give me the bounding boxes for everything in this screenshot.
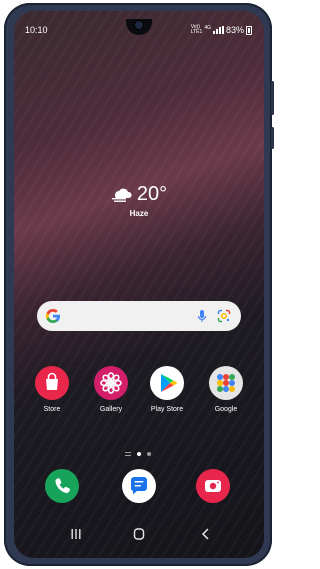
app-row: Store Gallery Play Store Google (14, 366, 264, 426)
google-folder-icon[interactable] (209, 366, 243, 400)
home-screen: 10:10 Vo)) LTE1 4G 83% 20° Haze Store Ga… (14, 11, 264, 558)
back-icon[interactable] (198, 527, 214, 541)
battery-percent: 83% (225, 25, 244, 35)
app-play-store[interactable]: Play Store (142, 366, 192, 413)
app-label: Google (214, 406, 238, 413)
weather-widget[interactable]: 20° Haze (14, 183, 264, 218)
google-search-bar[interactable] (37, 301, 241, 331)
app-google-folder[interactable]: Google (201, 366, 251, 413)
google-lens-icon[interactable] (217, 309, 231, 323)
app-label: Play Store (150, 406, 184, 413)
volume-button (271, 81, 274, 115)
app-label: Store (43, 406, 61, 413)
power-button (271, 127, 274, 149)
dock (14, 469, 264, 505)
navigation-bar (14, 525, 264, 545)
page-dot (147, 452, 151, 456)
play-store-icon[interactable] (150, 366, 184, 400)
recents-icon[interactable] (68, 527, 84, 541)
battery-icon (246, 25, 252, 35)
galaxy-store-icon[interactable] (35, 366, 69, 400)
gallery-flower-icon[interactable] (94, 366, 128, 400)
lte-label: LTE1 (190, 29, 203, 35)
network-type: 4G (204, 25, 211, 31)
app-store[interactable]: Store (27, 366, 77, 413)
page-indicator[interactable] (14, 451, 264, 457)
signal-icon (212, 26, 224, 34)
page-dot-current (137, 452, 141, 456)
status-time: 10:10 (25, 25, 48, 35)
microphone-icon[interactable] (195, 309, 209, 323)
weather-condition: Haze (129, 209, 149, 218)
home-menu-icon (125, 452, 131, 456)
network-label: Vo)) LTE1 (191, 25, 203, 35)
app-label: Gallery (99, 406, 123, 413)
weather-temperature: 20° (136, 183, 168, 205)
camera-icon[interactable] (196, 469, 230, 503)
home-icon[interactable] (131, 527, 147, 541)
app-gallery[interactable]: Gallery (86, 366, 136, 413)
messages-icon[interactable] (122, 469, 156, 503)
haze-cloud-icon (111, 188, 132, 202)
google-g-icon (45, 309, 60, 323)
phone-icon[interactable] (45, 469, 79, 503)
status-bar: 10:10 Vo)) LTE1 4G 83% (24, 25, 254, 37)
phone-frame: 10:10 Vo)) LTE1 4G 83% 20° Haze Store Ga… (4, 3, 274, 566)
